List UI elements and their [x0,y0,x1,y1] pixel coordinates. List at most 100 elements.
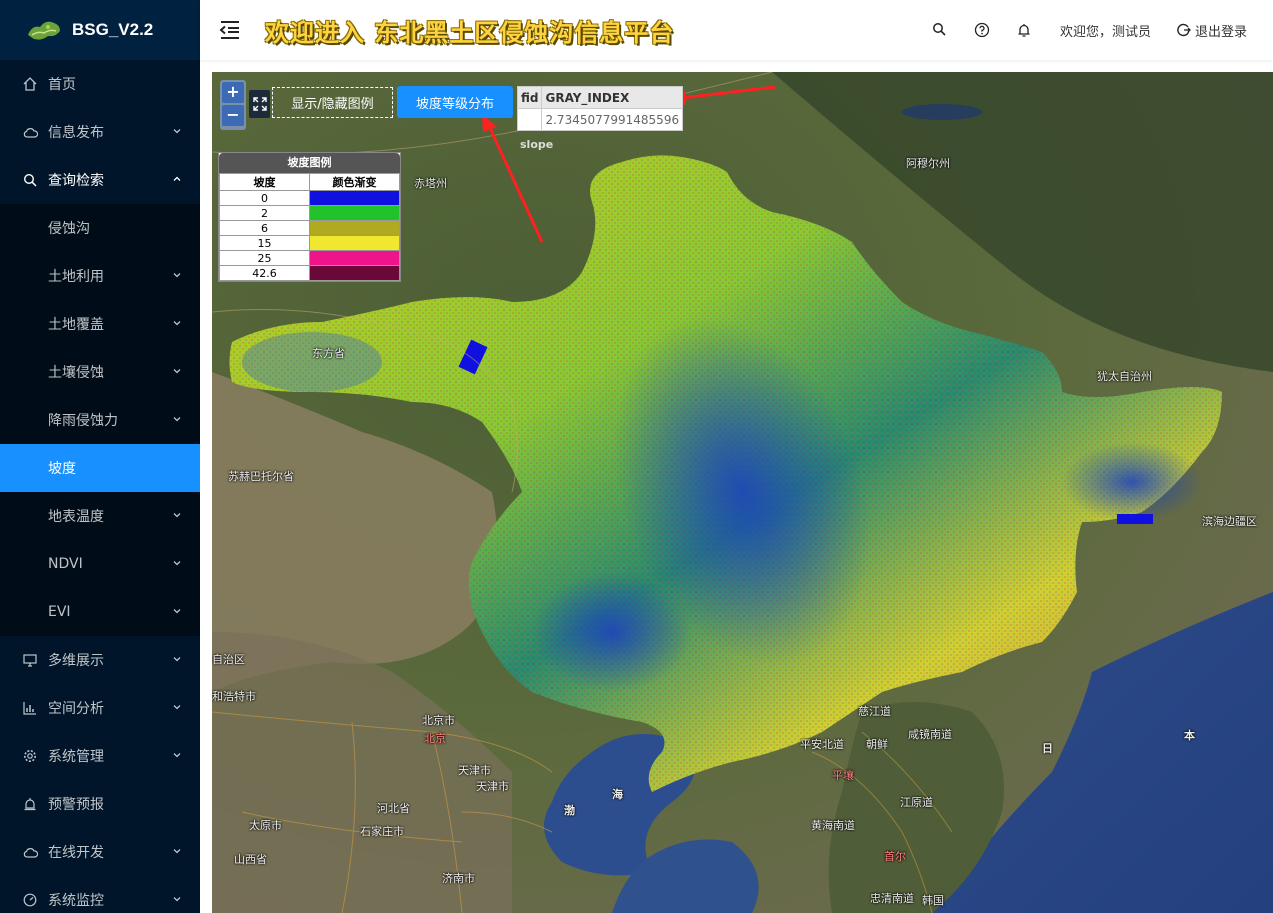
menu-home[interactable]: 首页 [0,60,200,108]
logo-icon [28,21,60,40]
map-place-label: 东方省 [312,347,345,360]
map-place-label: 天津市 [458,764,491,777]
menu-multi-display[interactable]: 多维展示 [0,636,200,684]
map-place-label: 济南市 [442,872,475,885]
map-place-label: 赤塔州 [414,177,447,190]
sub-surface-temp-label: 地表温度 [48,509,104,525]
sub-evi-label: EVI [48,604,71,620]
legend-swatch [309,250,400,266]
menu-query[interactable]: 查询检索 [0,156,200,204]
map-place-label: 朝鲜 [866,738,888,751]
zoom-control: + − [220,80,246,130]
search-icon[interactable] [932,22,948,38]
sub-soil-erosion-label: 土壤侵蚀 [48,365,104,381]
sub-land-cover-label: 土地覆盖 [48,317,104,333]
alarm-icon [22,796,38,812]
info-col-fid: fid [516,86,543,109]
feature-info-table: fid GRAY_INDEX 2.7345077991485596 [516,86,684,131]
sub-slope[interactable]: 坡度 [0,444,200,492]
chevron-down-icon [173,321,181,326]
sub-evi[interactable]: EVI [0,588,200,636]
legend-value: 6 [219,220,310,236]
map-place-label: 北京市 [422,714,455,727]
map-place-label: 石家庄市 [360,825,404,838]
menu-system-admin[interactable]: 系统管理 [0,732,200,780]
legend-toggle-button[interactable]: 显示/隐藏图例 [272,87,393,118]
map-place-label: 阿穆尔州 [906,157,950,170]
legend-col-slope: 坡度 [219,173,310,191]
logout-icon [1177,23,1191,37]
sub-gully[interactable]: 侵蚀沟 [0,204,200,252]
logout-button[interactable]: 退出登录 [1177,21,1247,40]
sub-ndvi-label: NDVI [48,556,83,572]
map-place-label: 日 [1042,742,1053,755]
info-col-gray-index: GRAY_INDEX [541,86,684,109]
layer-label: slope [520,138,554,151]
menu-query-label: 查询检索 [48,173,104,189]
legend-value: 2 [219,205,310,221]
map-place-label: 自治区 [212,653,245,666]
chevron-down-icon [173,369,181,374]
map-place-label: 滨海边疆区 [1202,515,1257,528]
chevron-down-icon [173,657,181,662]
info-fid-cell [516,108,543,131]
chevron-down-icon [173,897,181,902]
legend-value: 15 [219,235,310,251]
sub-soil-erosion[interactable]: 土壤侵蚀 [0,348,200,396]
menu-home-label: 首页 [48,77,76,93]
legend-swatch [309,265,400,281]
sub-ndvi[interactable]: NDVI [0,540,200,588]
map-place-label: 渤 [564,804,575,817]
header-actions: 欢迎您，测试员 退出登录 [906,0,1247,60]
zoom-out-button[interactable]: − [222,105,244,126]
menu-warning[interactable]: 预警预报 [0,780,200,828]
sub-rainfall-erosivity-label: 降雨侵蚀力 [48,413,118,429]
menu-fold-icon[interactable] [219,20,241,40]
cloud-icon [22,844,38,860]
map-place-label: 天津市 [476,780,509,793]
legend-swatch [309,235,400,251]
map-place-label: 平安北道 [800,738,844,751]
zoom-in-button[interactable]: + [222,82,244,103]
sub-rainfall-erosivity[interactable]: 降雨侵蚀力 [0,396,200,444]
sub-land-cover[interactable]: 土地覆盖 [0,300,200,348]
map-place-label: 韩国 [922,894,944,907]
dashboard-icon [22,892,38,908]
map-view[interactable]: + − 显示/隐藏图例 坡度等级分布 fid GRAY_INDEX 2.73450… [212,72,1273,913]
menu-info-publish[interactable]: 信息发布 [0,108,200,156]
sub-land-use[interactable]: 土地利用 [0,252,200,300]
bell-icon[interactable] [1016,22,1032,38]
menu-system-monitor[interactable]: 系统监控 [0,876,200,913]
chevron-down-icon [173,513,181,518]
menu-spatial-analysis[interactable]: 空间分析 [0,684,200,732]
monitor-icon [22,652,38,668]
chevron-down-icon [173,561,181,566]
menu-system-admin-label: 系统管理 [48,749,104,765]
map-place-label: 首尔 [884,850,906,863]
slope-distribution-button[interactable]: 坡度等级分布 [397,86,513,118]
legend-swatch [309,220,400,236]
map-place-label: 犹太自治州 [1097,370,1152,383]
fullscreen-icon [252,97,267,111]
map-place-label: 咸镜南道 [908,728,952,741]
chevron-up-icon [173,176,181,181]
logout-label: 退出登录 [1194,24,1247,40]
map-place-label: 山西省 [234,853,267,866]
map-place-label: 河北省 [377,802,410,815]
page-title: 欢迎进入 东北黑土区侵蚀沟信息平台 [265,18,675,47]
sub-gully-label: 侵蚀沟 [48,221,90,237]
map-place-label: 苏赫巴托尔省 [228,470,294,483]
gear-icon [22,748,38,764]
menu-spatial-analysis-label: 空间分析 [48,701,104,717]
map-place-label: 太原市 [249,819,282,832]
chevron-down-icon [173,129,181,134]
sub-surface-temp[interactable]: 地表温度 [0,492,200,540]
legend-swatch [309,205,400,221]
sub-land-use-label: 土地利用 [48,269,104,285]
legend-value: 25 [219,250,310,266]
map-place-label: 北京 [424,732,446,745]
logo[interactable]: BSG_V2.2 [0,0,200,60]
fullscreen-button[interactable] [249,90,270,118]
menu-online-dev[interactable]: 在线开发 [0,828,200,876]
help-icon[interactable] [974,22,990,38]
